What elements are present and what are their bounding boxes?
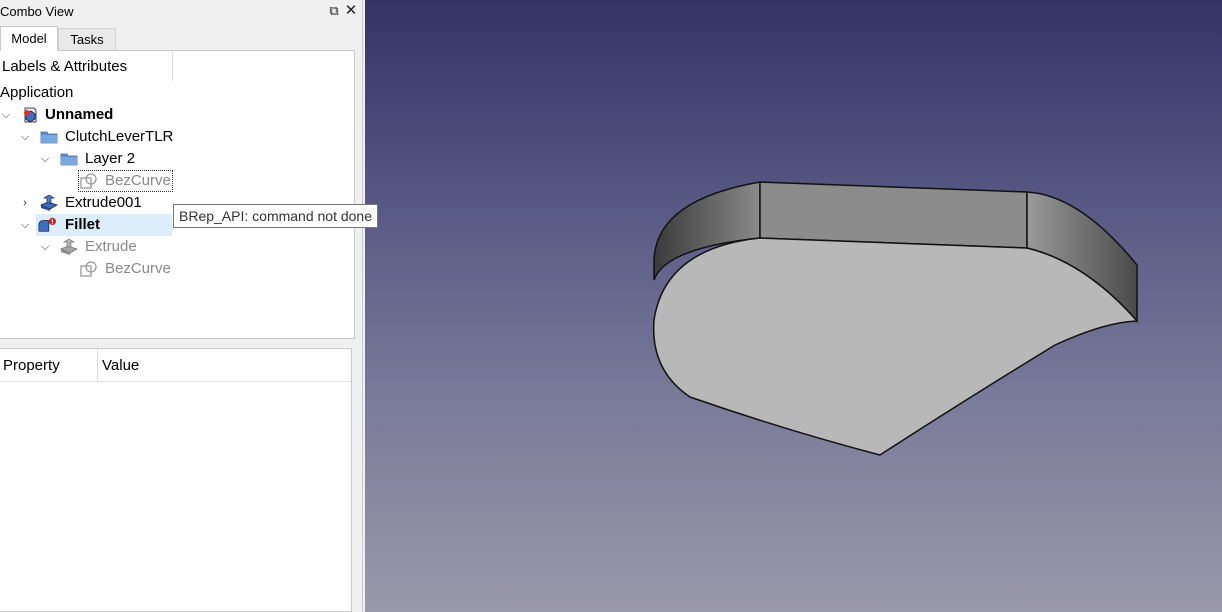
- model-face-top: [652, 237, 1139, 456]
- chevron-down-icon[interactable]: ⌵: [19, 126, 31, 148]
- folder-icon: [40, 131, 58, 144]
- float-panel-icon[interactable]: ⧉: [327, 3, 341, 19]
- property-table-header: Property Value: [0, 349, 351, 382]
- tree-item-label: BezCurve: [105, 172, 171, 189]
- tree-item-bezcurve-2[interactable]: BezCurve: [0, 258, 200, 280]
- tree-item-fillet[interactable]: ⌵ Fillet: [0, 214, 200, 236]
- model-face-back-wall: [759, 181, 1028, 249]
- tree-item-bezcurve[interactable]: BezCurve: [0, 170, 200, 192]
- error-tooltip: BRep_API: command not done: [173, 204, 379, 228]
- tree-item-label: Extrude001: [65, 194, 142, 211]
- chevron-down-icon[interactable]: ⌵: [39, 148, 51, 170]
- extrude-icon: [60, 239, 78, 255]
- tree-column-header[interactable]: Labels & Attributes: [0, 51, 173, 81]
- tree-item-label: BezCurve: [105, 260, 171, 277]
- extrude-icon: [40, 195, 58, 211]
- property-view[interactable]: Property Value: [0, 348, 352, 612]
- tree-item-extrude001[interactable]: › Extrude001: [0, 192, 200, 214]
- panel-header: Combo View ⧉ ✕: [0, 0, 362, 24]
- tree-item-label: Fillet: [65, 216, 101, 233]
- tab-bar: Model Tasks: [0, 26, 356, 51]
- tree-item-label: Extrude: [85, 238, 137, 255]
- section-label: Application: [0, 84, 74, 101]
- 3d-viewport[interactable]: [365, 0, 1222, 612]
- tree-header-label: Labels & Attributes: [2, 58, 128, 75]
- column-divider[interactable]: [97, 349, 98, 381]
- sketch-curve-icon: [80, 261, 97, 277]
- combo-view-panel: Combo View ⧉ ✕ Model Tasks Labels & Attr…: [0, 0, 363, 612]
- fillet-error-icon: [38, 217, 56, 232]
- tree-item-label: ClutchLeverTLR: [65, 128, 174, 145]
- sketch-curve-icon: [80, 173, 97, 189]
- folder-icon: [60, 153, 78, 166]
- tree-item-layer-2[interactable]: ⌵ Layer 2: [0, 148, 200, 170]
- tree-item-label: Unnamed: [45, 106, 114, 123]
- document-icon: [24, 107, 37, 123]
- column-value[interactable]: Value: [102, 357, 139, 374]
- tree-item-clutchlevertlr[interactable]: ⌵ ClutchLeverTLR: [0, 126, 200, 148]
- column-property[interactable]: Property: [3, 357, 60, 374]
- chevron-down-icon[interactable]: ⌵: [0, 104, 12, 126]
- tree-item-extrude[interactable]: ⌵ Extrude: [0, 236, 200, 258]
- tree-item-unnamed[interactable]: ⌵ Unnamed: [0, 104, 200, 126]
- tab-model[interactable]: Model: [0, 26, 58, 51]
- model-tree[interactable]: Labels & Attributes Application ⌵ Unname…: [0, 50, 355, 339]
- tree-item-label: Layer 2: [85, 150, 136, 167]
- panel-title: Combo View: [0, 4, 74, 19]
- tab-tasks[interactable]: Tasks: [58, 28, 116, 50]
- selection-highlight: [36, 214, 172, 236]
- model-render: [652, 181, 1139, 456]
- chevron-down-icon[interactable]: ⌵: [19, 214, 31, 236]
- chevron-down-icon[interactable]: ⌵: [39, 236, 51, 258]
- tree-section-application: Application: [0, 82, 200, 104]
- close-icon[interactable]: ✕: [344, 3, 358, 19]
- chevron-right-icon[interactable]: ›: [19, 192, 31, 214]
